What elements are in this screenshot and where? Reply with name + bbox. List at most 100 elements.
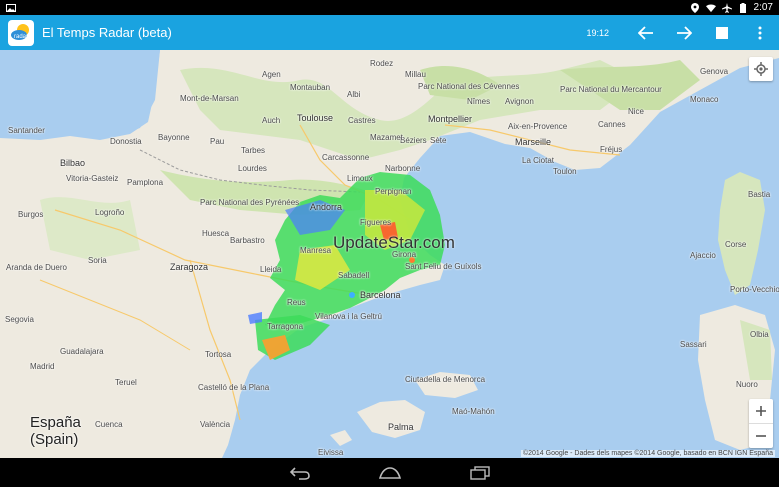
svg-text:radar: radar — [14, 34, 28, 40]
map-label: Sabadell — [338, 271, 370, 280]
recents-icon — [469, 465, 490, 480]
map-label: Castres — [348, 116, 376, 125]
map-label: Toulouse — [297, 113, 334, 123]
map-copyright: ©2014 Google - Dades dels mapes ©2014 Go… — [520, 450, 775, 457]
map-label: Sète — [430, 136, 447, 145]
back-nav-button[interactable] — [285, 458, 315, 487]
map-label: Aranda de Duero — [6, 263, 67, 272]
map-label: Teruel — [115, 378, 137, 387]
map-label: Tortosa — [205, 350, 232, 359]
map-label: Parc National du Mercantour — [560, 85, 662, 94]
map-label: Auch — [262, 116, 281, 125]
image-notification-icon — [6, 3, 16, 13]
map-label: Marseille — [515, 137, 552, 147]
map-label: Ciutadella de Menorca — [405, 375, 486, 384]
map-label: Béziers — [400, 136, 427, 145]
back-icon — [289, 466, 310, 480]
airplane-mode-icon — [721, 2, 732, 13]
map-label: Montpellier — [428, 114, 473, 124]
zoom-in-button[interactable] — [749, 399, 773, 423]
plus-icon — [756, 406, 766, 416]
previous-frame-button[interactable] — [627, 15, 665, 50]
map-label: Andorra — [310, 202, 343, 212]
map-label: Millau — [405, 70, 426, 79]
map-label: Palma — [388, 422, 414, 432]
map-label: Sant Feliu de Guíxols — [405, 262, 482, 271]
map-label: Carcassonne — [322, 153, 370, 162]
overflow-menu-button[interactable] — [741, 15, 779, 50]
map-label: Soria — [88, 256, 107, 265]
country-label-line1: España — [30, 414, 81, 431]
radar-time-label: 19:12 — [586, 27, 609, 38]
next-frame-button[interactable] — [665, 15, 703, 50]
battery-icon — [738, 2, 748, 13]
map-label: Parc National des Cévennes — [418, 82, 520, 91]
recents-nav-button[interactable] — [465, 458, 495, 487]
clock: 2:07 — [753, 2, 773, 13]
country-label: España (Spain) — [30, 414, 81, 448]
map-label: Maó-Mahón — [452, 407, 495, 416]
map-label: Aix-en-Provence — [508, 122, 568, 131]
map-label: Corse — [725, 240, 747, 249]
map-label: Fréjus — [600, 145, 623, 154]
map-label: Pamplona — [127, 178, 164, 187]
map-base — [0, 50, 779, 458]
map-label: Figueres — [360, 218, 392, 227]
home-nav-button[interactable] — [375, 458, 405, 487]
map-label: Albi — [347, 90, 361, 99]
map-label: Monaco — [690, 95, 719, 104]
map-label: Avignon — [505, 97, 534, 106]
location-icon — [690, 2, 700, 13]
arrow-left-icon — [638, 25, 653, 40]
stop-button[interactable] — [703, 15, 741, 50]
map-label: Huesca — [202, 229, 230, 238]
status-bar: 2:07 — [0, 0, 779, 15]
map-label: València — [200, 420, 231, 429]
watermark: UpdateStar.com — [333, 233, 455, 252]
map-label: Donostia — [110, 137, 142, 146]
zoom-out-button[interactable] — [749, 423, 773, 448]
map-label: Rodez — [370, 59, 394, 68]
map-label: Castelló de la Plana — [198, 383, 270, 392]
map-label: Eivissa — [318, 448, 344, 457]
map-label: Toulon — [553, 167, 577, 176]
map-label: Manresa — [300, 246, 332, 255]
country-label-line2: (Spain) — [30, 431, 79, 448]
wifi-icon — [705, 3, 716, 13]
map-label: Mont-de-Marsan — [180, 94, 239, 103]
map-label: Reus — [287, 298, 306, 307]
map-label: Mazamet — [370, 133, 403, 142]
map-label: Bayonne — [158, 133, 190, 142]
map-label: Bilbao — [60, 158, 86, 168]
home-icon — [378, 466, 401, 479]
map-label: Bastia — [748, 190, 771, 199]
map-label: Segovia — [5, 315, 34, 324]
app-logo: radar — [8, 19, 34, 46]
map-label: Porto-Vecchio — [730, 285, 779, 294]
map-label: Vilanova i la Geltrú — [315, 312, 382, 321]
more-vert-icon — [758, 26, 762, 39]
map-label: Olbia — [750, 330, 769, 339]
map-label: Nuoro — [736, 380, 758, 389]
map-label: Guadalajara — [60, 347, 104, 356]
map-label: Burgos — [18, 210, 44, 219]
map-label: Santander — [8, 126, 45, 135]
map-label: Ajaccio — [690, 251, 716, 260]
map-label: Tarragona — [267, 322, 304, 331]
stop-icon — [716, 26, 728, 39]
map-label: Montauban — [290, 83, 331, 92]
map-label: Nîmes — [467, 97, 491, 106]
map-label: Lleida — [260, 265, 282, 274]
map-label: Sassari — [680, 340, 707, 349]
minus-icon — [756, 435, 766, 437]
app-title: El Temps Radar (beta) — [42, 25, 172, 40]
crosshair-icon — [754, 62, 768, 76]
app-bar: radar El Temps Radar (beta) 19:12 — [0, 15, 779, 50]
my-location-button[interactable] — [749, 57, 773, 81]
map-label: Barcelona — [360, 290, 401, 300]
map-label: Pau — [210, 137, 225, 146]
map-label: Madrid — [30, 362, 55, 371]
map-label: La Ciotat — [522, 156, 555, 165]
radar-map[interactable]: Genova Monaco Nice Cannes Fréjus Toulon … — [0, 50, 779, 458]
map-label: Nice — [628, 107, 645, 116]
